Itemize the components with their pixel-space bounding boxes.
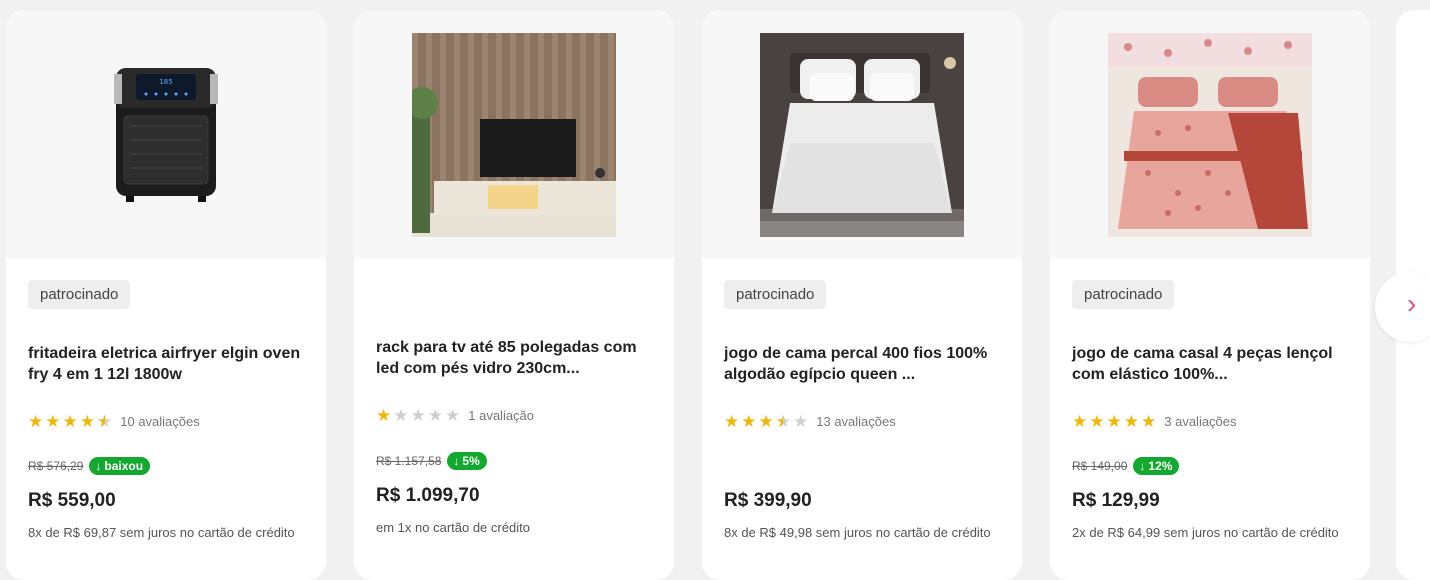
star-icon: ★	[1072, 412, 1088, 431]
product-rating: ★ ★ ★ ★ ★ 10 avaliações	[28, 413, 200, 430]
product-card[interactable]: patrocinado jogo de cama casal 4 peças l…	[1050, 10, 1370, 580]
installments-text: 2x de R$ 64,99 sem juros no cartão de cr…	[1072, 525, 1339, 540]
half-star-icon: ★	[776, 413, 791, 430]
carousel-next-button[interactable]: ›	[1375, 272, 1430, 342]
product-title[interactable]: jogo de cama casal 4 peças lençol com el…	[1072, 343, 1348, 385]
star-rating: ★ ★ ★ ★ ★	[724, 413, 808, 430]
sponsored-badge: patrocinado	[28, 280, 131, 309]
svg-text:185: 185	[159, 78, 172, 86]
star-icon: ★	[28, 412, 44, 431]
installments-text: 8x de R$ 69,87 sem juros no cartão de cr…	[28, 525, 295, 540]
star-icon: ★	[62, 412, 78, 431]
chevron-right-icon: ›	[1407, 288, 1417, 319]
product-title[interactable]: fritadeira eletrica airfryer elgin oven …	[28, 343, 304, 385]
tv-rack-image	[412, 32, 616, 237]
star-icon: ★	[1123, 412, 1139, 431]
product-title[interactable]: rack para tv até 85 polegadas com led co…	[376, 337, 652, 379]
star-empty-icon: ★	[427, 406, 443, 425]
star-icon: ★	[376, 406, 392, 425]
floral-bedding-image	[1108, 32, 1312, 237]
old-price: R$ 576,29	[28, 459, 84, 473]
airfryer-image: 185	[114, 67, 218, 202]
star-icon: ★	[1089, 412, 1105, 431]
star-icon: ★	[79, 412, 95, 431]
star-icon: ★	[1141, 412, 1157, 431]
product-image-area[interactable]	[354, 10, 674, 259]
star-icon: ★	[45, 412, 61, 431]
product-card[interactable]: 185 patrocinado fritadeira eletrica airf…	[6, 10, 326, 580]
star-rating: ★ ★ ★ ★ ★	[1072, 413, 1156, 430]
old-price-row: R$ 576,29 ↓ baixou	[28, 457, 151, 475]
rating-count: 10 avaliações	[120, 414, 200, 429]
arrow-down-icon: ↓	[1139, 459, 1146, 473]
product-carousel: 185 patrocinado fritadeira eletrica airf…	[0, 0, 1430, 580]
old-price-row: R$ 149,00 ↓ 12%	[1072, 457, 1180, 475]
old-price: R$ 1.157,58	[376, 454, 442, 468]
star-icon: ★	[758, 412, 774, 431]
product-title[interactable]: jogo de cama percal 400 fios 100% algodã…	[724, 343, 1000, 385]
star-empty-icon: ★	[793, 412, 809, 431]
arrow-down-icon: ↓	[95, 459, 102, 473]
product-image-area[interactable]	[702, 10, 1022, 259]
product-price: R$ 129,99	[1072, 490, 1160, 511]
product-price: R$ 1.099,70	[376, 485, 480, 506]
product-price: R$ 559,00	[28, 490, 116, 511]
discount-label: 5%	[462, 454, 480, 468]
star-icon: ★	[741, 412, 757, 431]
product-image-area[interactable]: 185	[6, 10, 326, 259]
product-rating: ★ ★ ★ ★ ★ 1 avaliação	[376, 407, 534, 424]
star-rating: ★ ★ ★ ★ ★	[28, 413, 112, 430]
product-price: R$ 399,90	[724, 490, 812, 511]
star-empty-icon: ★	[410, 406, 426, 425]
old-price: R$ 149,00	[1072, 459, 1128, 473]
discount-label: baixou	[104, 459, 144, 473]
rating-count: 1 avaliação	[468, 408, 535, 423]
arrow-down-icon: ↓	[453, 454, 460, 468]
sponsored-badge: patrocinado	[724, 280, 827, 309]
old-price-row: R$ 1.157,58 ↓ 5%	[376, 452, 487, 470]
discount-label: 12%	[1148, 459, 1173, 473]
product-rating: ★ ★ ★ ★ ★ 13 avaliações	[724, 413, 896, 430]
installments-text: em 1x no cartão de crédito	[376, 520, 530, 535]
white-bedding-image	[760, 32, 964, 237]
star-empty-icon: ★	[393, 406, 409, 425]
star-empty-icon: ★	[445, 406, 461, 425]
star-icon: ★	[724, 412, 740, 431]
star-icon: ★	[1106, 412, 1122, 431]
sponsored-badge: patrocinado	[1072, 280, 1175, 309]
rating-count: 13 avaliações	[816, 414, 896, 429]
discount-badge: ↓ 5%	[447, 452, 487, 470]
star-rating: ★ ★ ★ ★ ★	[376, 407, 460, 424]
product-rating: ★ ★ ★ ★ ★ 3 avaliações	[1072, 413, 1237, 430]
product-image-area[interactable]	[1050, 10, 1370, 259]
discount-badge: ↓ baixou	[89, 457, 151, 475]
product-card[interactable]: rack para tv até 85 polegadas com led co…	[354, 10, 674, 580]
discount-badge: ↓ 12%	[1133, 457, 1180, 475]
installments-text: 8x de R$ 49,98 sem juros no cartão de cr…	[724, 525, 991, 540]
product-card[interactable]: patrocinado jogo de cama percal 400 fios…	[702, 10, 1022, 580]
half-star-icon: ★	[97, 413, 112, 430]
rating-count: 3 avaliações	[1164, 414, 1237, 429]
